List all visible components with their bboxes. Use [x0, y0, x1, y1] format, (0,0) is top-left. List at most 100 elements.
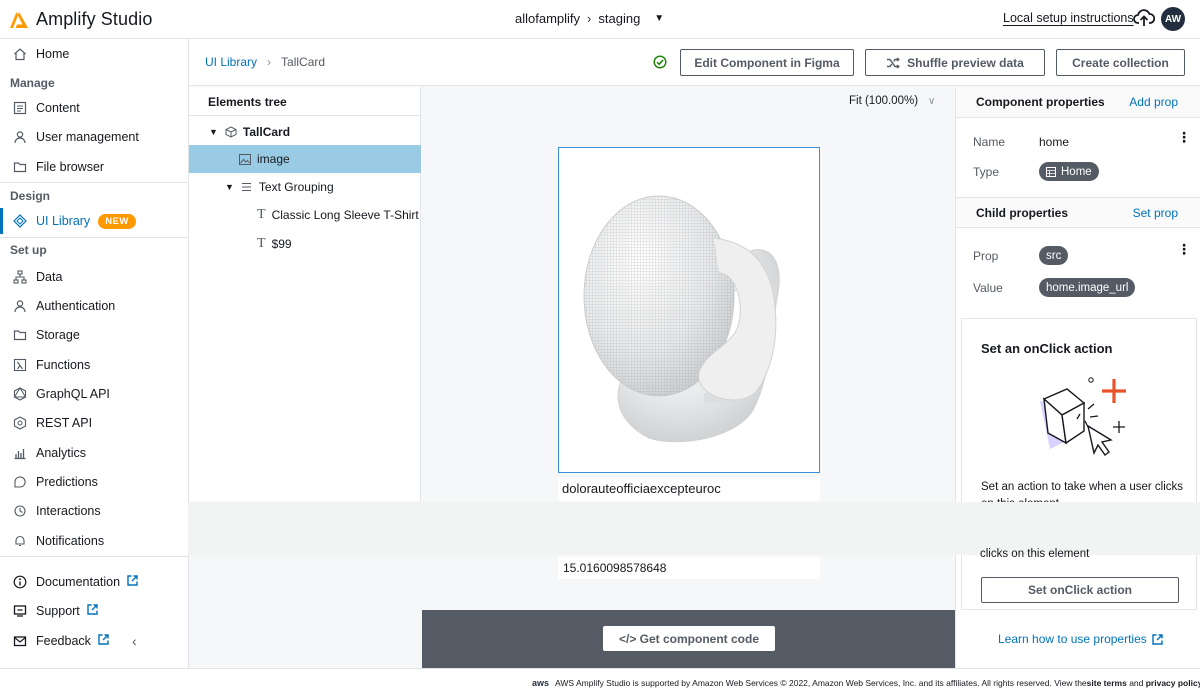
more-options-icon[interactable]: ⋮: [1177, 130, 1191, 144]
learn-properties-link[interactable]: Learn how to use properties: [998, 632, 1163, 646]
sidebar-item-storage[interactable]: Storage: [0, 322, 188, 348]
tree-node-title-text[interactable]: T Classic Long Sleeve T-Shirt: [189, 201, 421, 229]
sidebar-item-rest[interactable]: REST API: [0, 410, 188, 436]
local-setup-link[interactable]: Local setup instructions: [1003, 11, 1134, 25]
shuffle-label: Shuffle preview data: [907, 55, 1024, 70]
environment-switcher[interactable]: allofamplify › staging ▼: [515, 11, 664, 26]
type-value: Home: [1061, 165, 1092, 178]
more-options-icon[interactable]: ⋮: [1177, 242, 1191, 256]
top-bar: Amplify Studio allofamplify › staging ▼ …: [0, 0, 1200, 39]
sidebar-item-ui-library[interactable]: UI Library NEW: [0, 208, 188, 234]
main-area: UI Library › TallCard Edit Component in …: [188, 39, 1200, 668]
overlay-strip: clicks on this element: [188, 502, 1200, 560]
learn-link-label: Learn how to use properties: [998, 632, 1147, 646]
nav-section-manage: Manage: [10, 76, 55, 90]
set-prop-link[interactable]: Set prop: [1133, 206, 1178, 220]
sidebar-item-graphql[interactable]: GraphQL API: [0, 381, 188, 407]
preview-card-price[interactable]: 15.0160098578648: [558, 557, 820, 579]
sidebar-item-file-browser[interactable]: File browser: [0, 154, 188, 180]
edit-in-figma-button[interactable]: Edit Component in Figma: [680, 49, 854, 76]
caret-down-icon[interactable]: ▼: [225, 182, 234, 192]
sidebar-item-feedback[interactable]: Feedback: [0, 628, 188, 654]
footer-text: aws AWS Amplify Studio is supported by A…: [532, 678, 1200, 688]
prop-chip: src: [1039, 246, 1069, 265]
tree-node-label: image: [257, 152, 290, 166]
sidebar-item-notifications[interactable]: Notifications: [0, 528, 188, 554]
lambda-icon: [12, 357, 28, 373]
shuffle-icon: [887, 56, 901, 69]
footer-and: and: [1126, 678, 1146, 688]
preview-card-title[interactable]: dolorauteofficiaexcepteuroc: [558, 477, 820, 501]
tree-node-label: Classic Long Sleeve T-Shirt: [271, 208, 419, 222]
tree-node-image[interactable]: image: [189, 145, 421, 173]
child-properties-title: Child properties: [976, 205, 1069, 220]
sidebar-item-label: File browser: [36, 160, 105, 174]
preview-card-image[interactable]: [558, 147, 820, 473]
amplify-logo-icon: [10, 11, 28, 28]
sidebar-item-support[interactable]: Support: [0, 598, 188, 624]
breadcrumb-ui-library[interactable]: UI Library: [205, 55, 257, 69]
add-prop-link[interactable]: Add prop: [1129, 95, 1178, 109]
app-logo[interactable]: Amplify Studio: [10, 9, 152, 30]
avatar[interactable]: AW: [1161, 7, 1185, 31]
graphql-icon: [12, 386, 28, 402]
text-type-icon: T: [257, 236, 266, 251]
tree-node-text-grouping[interactable]: ▼ Text Grouping: [189, 173, 421, 201]
flex-group-icon: [241, 182, 251, 192]
home-icon: [12, 46, 28, 62]
sidebar-item-label: REST API: [36, 416, 93, 430]
tree-node-label: Text Grouping: [258, 180, 334, 194]
breadcrumb: UI Library › TallCard: [205, 55, 325, 69]
sidebar-item-label: Data: [36, 270, 63, 284]
caret-down-icon[interactable]: ▼: [209, 127, 218, 137]
model-table-icon: [1046, 166, 1056, 177]
sidebar-item-data[interactable]: Data: [0, 264, 188, 290]
create-collection-button[interactable]: Create collection: [1056, 49, 1185, 76]
analytics-icon: [12, 445, 28, 461]
nav-divider: [0, 556, 188, 557]
sidebar-item-content[interactable]: Content: [0, 95, 188, 121]
chevron-right-icon: ›: [267, 55, 272, 69]
sidebar-item-home[interactable]: Home: [0, 41, 188, 67]
chevron-down-icon: ∨: [928, 95, 936, 107]
sidebar-item-label: Home: [36, 47, 70, 61]
mail-icon: [12, 633, 28, 649]
sidebar-item-interactions[interactable]: Interactions: [0, 498, 188, 524]
get-component-code-button[interactable]: </> Get component code: [603, 626, 775, 651]
elements-tree: Elements tree ▼ TallCard image ▼ Text Gr…: [189, 87, 421, 501]
documentation-icon: [12, 574, 28, 590]
collapse-sidebar-chevron-icon[interactable]: ‹: [132, 633, 137, 649]
component-properties-header: Component properties Add prop: [956, 87, 1200, 118]
onclick-title: Set an onClick action: [981, 341, 1113, 356]
content-icon: [12, 100, 28, 116]
tree-node-tallcard[interactable]: ▼ TallCard: [189, 118, 421, 146]
sidebar-item-label: User management: [36, 130, 139, 144]
sidebar-item-functions[interactable]: Functions: [0, 352, 188, 378]
app-name: allofamplify: [515, 11, 581, 26]
set-onclick-action-button[interactable]: Set onClick action: [981, 577, 1179, 603]
chevron-right-icon: ›: [587, 11, 592, 26]
interactions-icon: [12, 503, 28, 519]
code-bar: </> Get component code: [422, 610, 955, 668]
sidebar-item-label: Documentation: [36, 575, 121, 589]
sidebar-item-authentication[interactable]: Authentication: [0, 293, 188, 319]
site-terms-link[interactable]: site terms: [1087, 678, 1127, 688]
sidebar-item-analytics[interactable]: Analytics: [0, 440, 188, 466]
zoom-label: Fit (100.00%): [849, 95, 919, 107]
image-icon: [239, 153, 251, 165]
predictions-icon: [12, 474, 28, 490]
rest-api-icon: [12, 415, 28, 431]
cloud-upload-icon[interactable]: [1133, 8, 1155, 28]
shuffle-preview-button[interactable]: Shuffle preview data: [865, 49, 1045, 76]
tree-node-price-text[interactable]: T $99: [189, 230, 421, 258]
sidebar-item-predictions[interactable]: Predictions: [0, 469, 188, 495]
authentication-icon: [12, 298, 28, 314]
footer-copyright: AWS Amplify Studio is supported by Amazo…: [555, 678, 1087, 688]
privacy-policy-link[interactable]: privacy policy: [1146, 678, 1200, 688]
sidebar-item-user-management[interactable]: User management: [0, 124, 188, 150]
zoom-select[interactable]: Fit (100.00%) ∨: [849, 95, 935, 107]
component-cube-icon: [225, 126, 237, 138]
tree-node-label: $99: [271, 237, 292, 251]
sidebar-item-documentation[interactable]: Documentation: [0, 569, 188, 595]
breadcrumb-current: TallCard: [281, 55, 326, 69]
